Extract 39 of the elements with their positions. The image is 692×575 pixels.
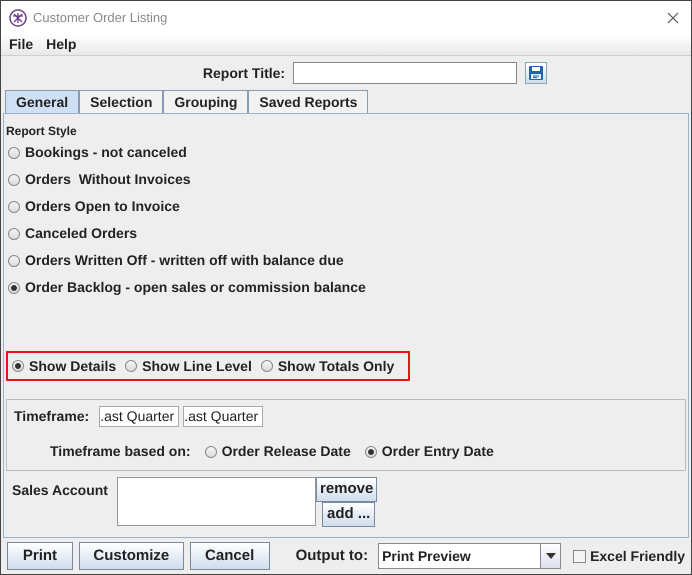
based-on-label: Timeframe based on: [50,442,191,461]
radio-option[interactable]: Orders Open to Invoice [8,198,180,215]
menu-item[interactable]: File [9,34,34,55]
section-heading: Report Style [6,123,78,140]
radio-option[interactable]: Show Line Level [125,356,252,376]
radio-option[interactable]: Bookings - not canceled [8,144,187,161]
tab[interactable]: Saved Reports [248,90,368,113]
print-button[interactable]: Print [7,542,73,570]
close-icon[interactable] [667,12,679,24]
add-button[interactable]: add ... [322,502,376,527]
report-title-label: Report Title: [202,64,286,83]
radio-option[interactable]: Show Details [12,356,116,376]
excel-friendly-checkbox[interactable]: Excel Friendly [573,546,685,566]
menu-item[interactable]: Help [46,34,76,55]
cancel-button[interactable]: Cancel [190,542,270,570]
radio-option[interactable]: Order Entry Date [364,441,494,462]
tab[interactable]: General [5,90,80,113]
output-dropdown[interactable]: Print Preview [378,543,562,569]
radio-option[interactable]: Canceled Orders [8,225,138,242]
timeframe-start-field[interactable]: .ast Quarter [99,406,180,427]
sales-account-list[interactable] [117,477,316,526]
radio-option[interactable]: Show Totals Only [260,356,394,376]
timeframe-end-field[interactable]: .ast Quarter [183,406,264,427]
tab[interactable]: Grouping [163,90,248,113]
radio-option[interactable]: Orders Written Off - written off with balance due [8,252,344,269]
app-logo-icon [9,8,27,26]
dropdown-arrow-icon [546,553,556,559]
radio-option[interactable]: Order Release Date [204,441,351,462]
output-label: Output to: [296,546,368,566]
remove-button[interactable]: remove [316,477,378,502]
radio-option[interactable]: Orders Without Invoices [8,171,191,188]
report-title-field[interactable] [293,62,518,84]
radio-option[interactable]: Order Backlog - open sales or commission balance [8,279,366,296]
customize-button[interactable]: Customize [78,542,184,570]
sales-account-label: Sales Account [12,481,109,500]
timeframe-label: Timeframe: [14,407,90,426]
tab[interactable]: Selection [79,90,164,113]
window-title: Customer Order Listing [33,8,168,27]
save-button[interactable] [525,62,548,84]
